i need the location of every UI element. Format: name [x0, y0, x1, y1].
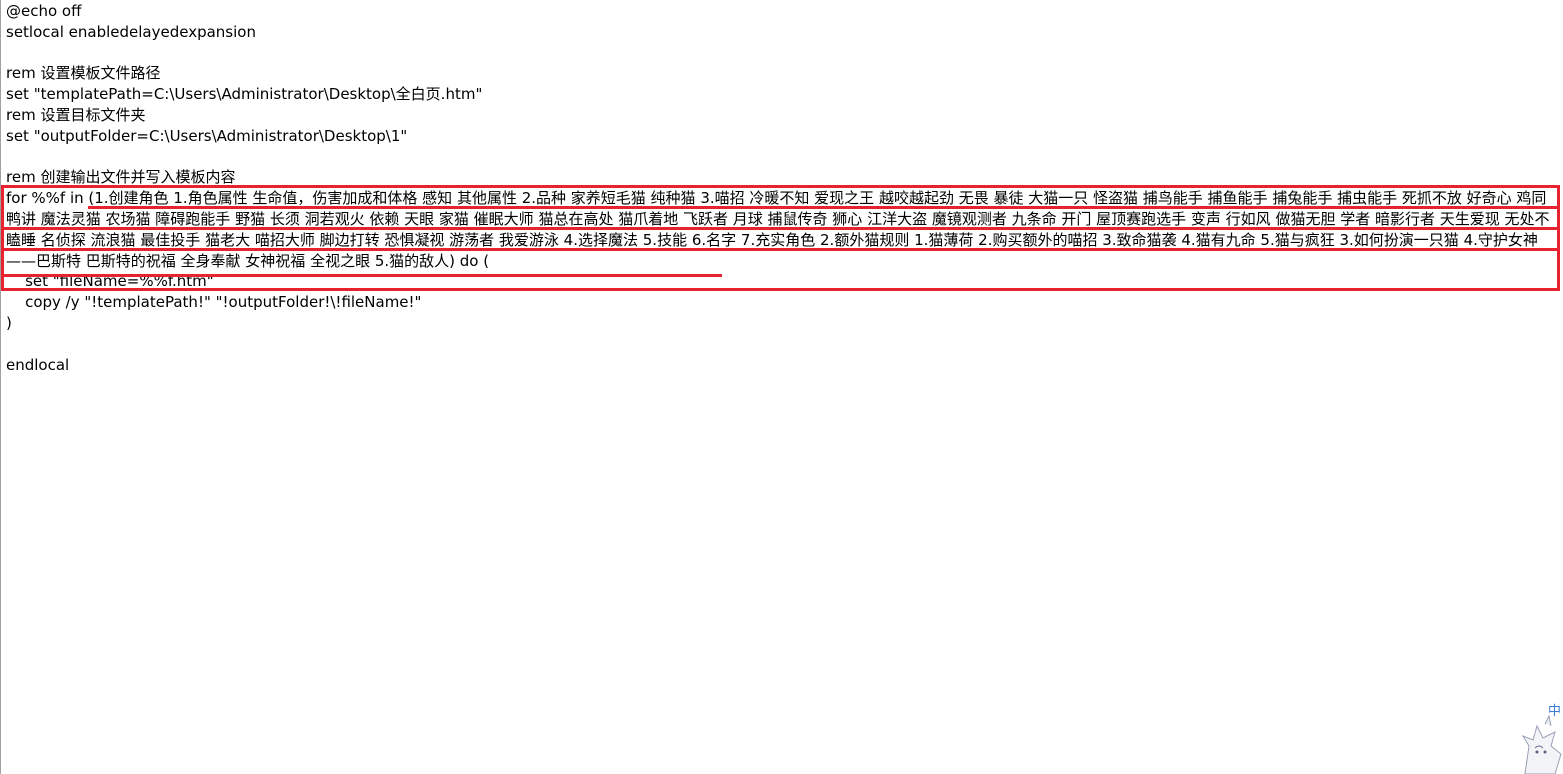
code-line: ) [6, 313, 12, 332]
text-editor[interactable]: @echo off setlocal enabledelayedexpansio… [0, 0, 1563, 774]
code-line: setlocal enabledelayedexpansion [6, 22, 256, 41]
code-area[interactable]: @echo off setlocal enabledelayedexpansio… [6, 1, 1558, 375]
code-line: set "fileName=%%f.htm" [6, 272, 214, 291]
for-loop-line: for %%f in (1.创建角色 1.角色属性 生命值，伤害加成和体格 感知… [6, 189, 1550, 270]
code-line: rem 创建输出文件并写入模板内容 [6, 168, 236, 187]
code-line: rem 设置模板文件路径 [6, 64, 161, 83]
editor-left-border [0, 0, 1, 774]
code-line: set "outputFolder=C:\Users\Administrator… [6, 126, 408, 145]
code-line: set "templatePath=C:\Users\Administrator… [6, 85, 483, 104]
code-line: @echo off [6, 2, 82, 20]
mascot-art-icon [1521, 714, 1562, 774]
code-line: copy /y "!templatePath!" "!outputFolder!… [6, 293, 422, 312]
code-line: rem 设置目标文件夹 [6, 105, 146, 124]
code-line: endlocal [6, 355, 70, 374]
